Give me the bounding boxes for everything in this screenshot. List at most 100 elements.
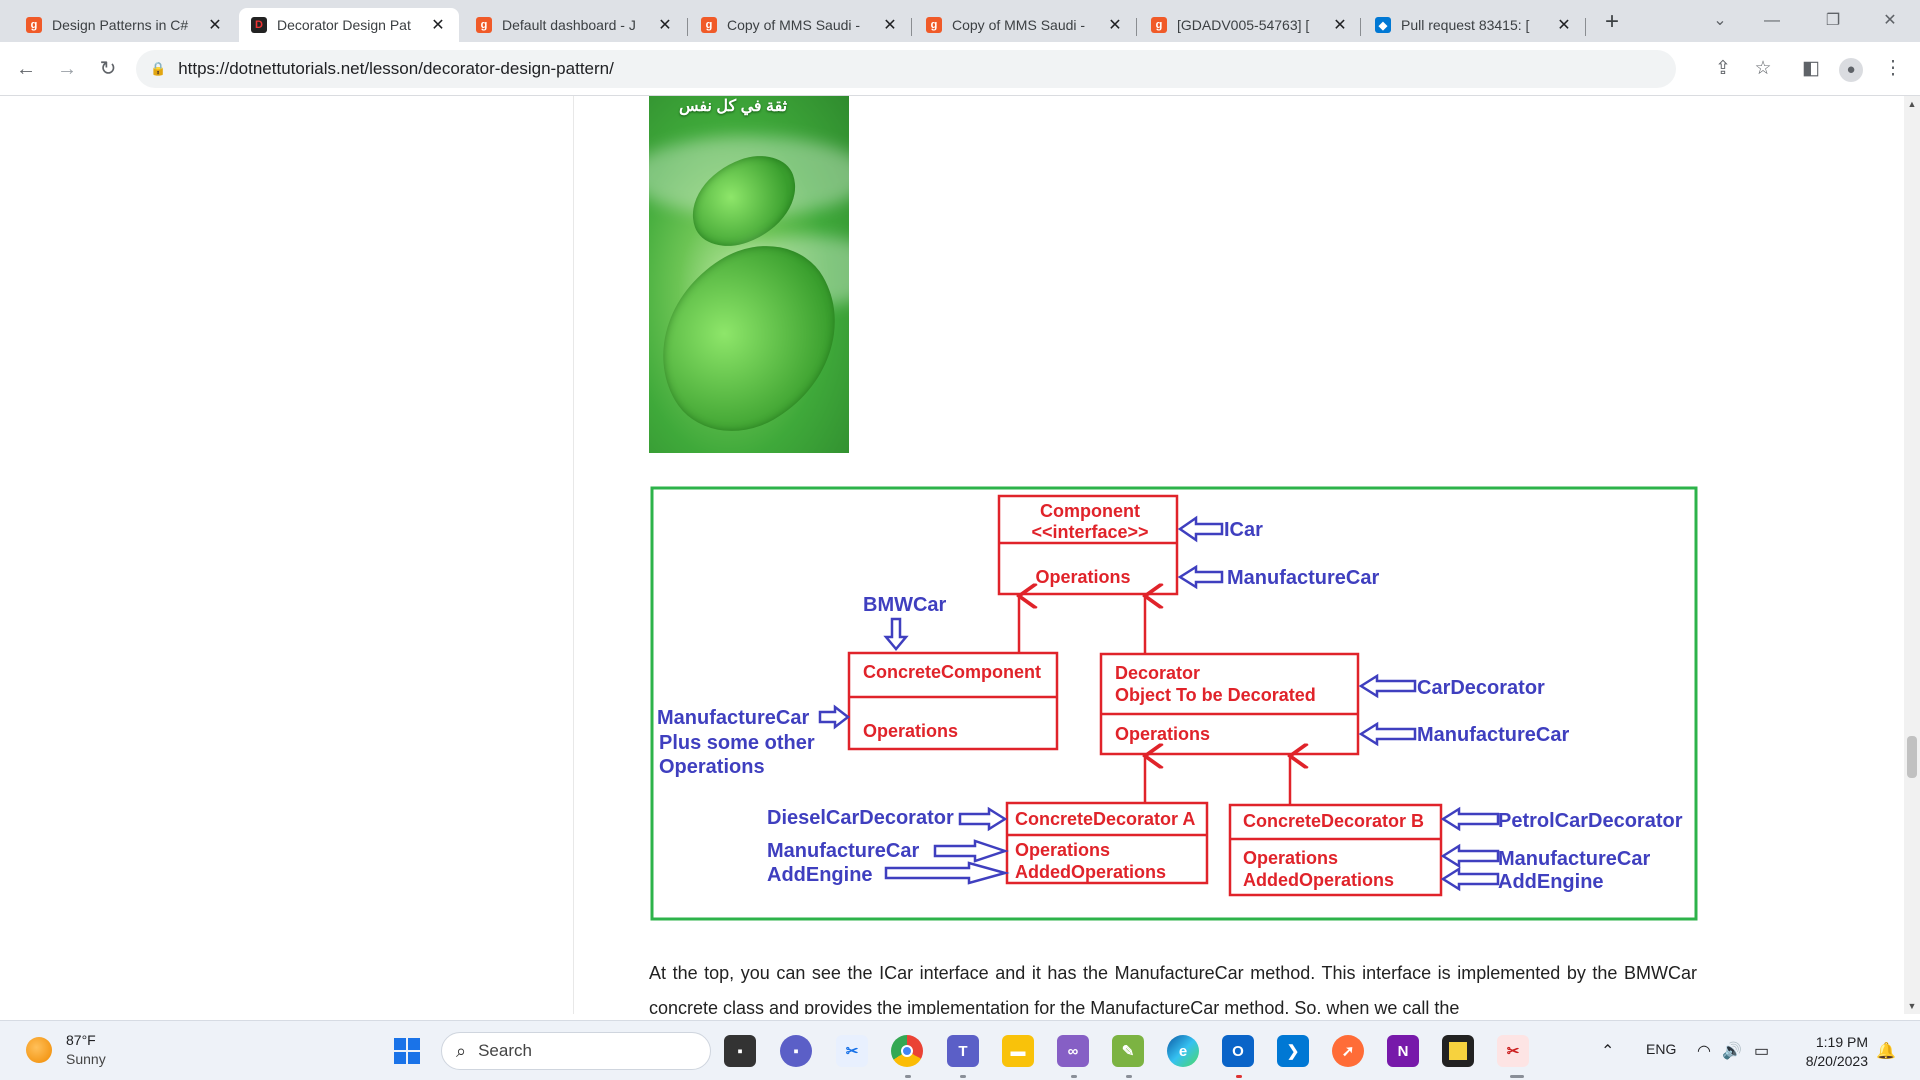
label-icar: ICar (1224, 519, 1263, 541)
concrete-component-operations: Operations (863, 721, 958, 741)
folder-icon[interactable]: ▬ (1002, 1035, 1034, 1067)
decorator-uml-diagram: Component <<interface>> Operations Concr… (650, 486, 1698, 921)
edge-icon[interactable]: e (1167, 1035, 1199, 1067)
advertisement-image[interactable]: ثقة في كل نفس (649, 96, 849, 453)
label-manufacturecar-right: ManufactureCar (1417, 724, 1569, 746)
column-divider (573, 96, 574, 1014)
tab-gdadv005[interactable]: g [GDADV005-54763] [ ✕ (1139, 8, 1361, 42)
language-indicator[interactable]: ENG (1646, 1041, 1676, 1057)
running-indicator (1126, 1075, 1132, 1078)
tab-design-patterns[interactable]: g Design Patterns in C# ✕ (14, 8, 236, 42)
close-icon[interactable]: ✕ (881, 15, 899, 35)
window-close-button[interactable]: ✕ (1870, 6, 1910, 36)
running-indicator (960, 1075, 966, 1078)
new-tab-button[interactable]: + (1598, 8, 1626, 36)
snipping-icon[interactable]: ✂ (836, 1035, 868, 1067)
running-indicator (905, 1075, 911, 1078)
bookmark-star-icon[interactable]: ☆ (1750, 56, 1776, 82)
label-plus-some-other: Plus some other (659, 732, 815, 754)
notifications-icon[interactable]: 🔔 (1876, 1041, 1896, 1061)
tab-default-dashboard[interactable]: g Default dashboard - J ✕ (464, 8, 686, 42)
chrome-icon[interactable] (891, 1035, 923, 1067)
tab-search-chevron-icon[interactable]: ⌄ (1700, 6, 1740, 36)
reload-icon[interactable]: ↻ (94, 55, 122, 83)
close-icon[interactable]: ✕ (656, 15, 674, 35)
dotnettutorials-icon: g (476, 17, 492, 33)
concrete-decorator-a-box: ConcreteDecorator A Operations AddedOper… (1005, 801, 1209, 885)
clock-time: 1:19 PM (1815, 1034, 1868, 1050)
sun-icon (26, 1037, 52, 1063)
close-icon[interactable]: ✕ (1331, 15, 1349, 35)
close-icon[interactable]: ✕ (1555, 15, 1573, 35)
concrete-decorator-b-operations: Operations (1243, 848, 1338, 868)
azure-devops-icon: ◆ (1375, 17, 1391, 33)
profile-avatar-icon[interactable]: ● (1838, 56, 1864, 82)
concrete-component-box: ConcreteComponent Operations (847, 651, 1059, 751)
scroll-up-arrow-icon[interactable]: ▲ (1904, 96, 1920, 112)
tab-title: Copy of MMS Saudi - (952, 17, 1086, 33)
lock-icon[interactable]: 🔒 (150, 61, 166, 77)
scroll-down-arrow-icon[interactable]: ▼ (1904, 998, 1920, 1014)
label-petrolcardecorator: PetrolCarDecorator (1498, 810, 1683, 832)
back-arrow-icon[interactable]: ← (12, 55, 40, 83)
concrete-decorator-a-title: ConcreteDecorator A (1015, 809, 1195, 829)
weather-condition: Sunny (66, 1051, 106, 1067)
volume-icon[interactable]: 🔊 (1722, 1041, 1742, 1061)
tray-chevron-up-icon[interactable]: ⌃ (1601, 1041, 1614, 1061)
windows-start-icon[interactable] (391, 1035, 423, 1067)
url-text[interactable]: https://dotnettutorials.net/lesson/decor… (178, 59, 614, 79)
address-bar[interactable]: 🔒 https://dotnettutorials.net/lesson/dec… (136, 50, 1676, 88)
task-view-icon[interactable]: ▪ (724, 1035, 756, 1067)
page-scrollbar[interactable]: ▲ ▼ (1904, 96, 1920, 1014)
tab-separator (1360, 18, 1361, 36)
windows-taskbar: 87°F Sunny ⌕ Search ▪ ▪ ✂ T ▬ ∞ ✎ e O ❯ … (0, 1020, 1920, 1080)
forward-arrow-icon[interactable]: → (53, 55, 81, 83)
tab-decorator-design-pattern[interactable]: D Decorator Design Pat ✕ (239, 8, 459, 42)
system-clock[interactable]: 1:19 PM 8/20/2023 (1790, 1033, 1868, 1071)
ad-slogan: ثقة في كل نفس (679, 98, 788, 115)
label-cardecorator: CarDecorator (1417, 677, 1545, 699)
tab-strip: g Design Patterns in C# ✕ D Decorator De… (0, 0, 1920, 42)
sticky-notes-icon[interactable] (1442, 1035, 1474, 1067)
side-panel-icon[interactable]: ◧ (1798, 56, 1824, 82)
component-stereotype: <<interface>> (1031, 522, 1148, 542)
teams-icon[interactable]: T (947, 1035, 979, 1067)
teams-chat-icon[interactable]: ▪ (780, 1035, 812, 1067)
label-bmwcar: BMWCar (863, 594, 947, 616)
close-icon[interactable]: ✕ (1106, 15, 1124, 35)
weather-widget[interactable]: 87°F Sunny (26, 1031, 106, 1069)
postman-icon[interactable]: ➚ (1332, 1035, 1364, 1067)
snipping-tool-icon[interactable]: ✂ (1497, 1035, 1529, 1067)
tab-pull-request[interactable]: ◆ Pull request 83415: [ ✕ (1363, 8, 1585, 42)
wifi-icon[interactable]: ◠ (1697, 1041, 1711, 1061)
tab-separator (1585, 18, 1586, 36)
share-icon[interactable]: ⇪ (1710, 56, 1736, 82)
close-icon[interactable]: ✕ (429, 15, 447, 35)
tab-copy-mms-saudi-2[interactable]: g Copy of MMS Saudi - ✕ (914, 8, 1136, 42)
decorator-title: Decorator (1115, 663, 1200, 683)
minimize-button[interactable]: — (1752, 6, 1792, 36)
dotnettutorials-icon: g (1151, 17, 1167, 33)
tab-separator (1136, 18, 1137, 36)
battery-icon[interactable]: ▭ (1754, 1041, 1769, 1061)
concrete-decorator-b-title: ConcreteDecorator B (1243, 811, 1424, 831)
component-box: Component <<interface>> Operations (997, 494, 1179, 596)
tab-copy-mms-saudi-1[interactable]: g Copy of MMS Saudi - ✕ (689, 8, 911, 42)
weather-temperature: 87°F (66, 1032, 96, 1048)
onenote-icon[interactable]: N (1387, 1035, 1419, 1067)
visual-studio-icon[interactable]: ∞ (1057, 1035, 1089, 1067)
restore-button[interactable]: ❐ (1813, 6, 1853, 36)
outlook-icon[interactable]: O (1222, 1035, 1254, 1067)
menu-kebab-icon[interactable]: ⋮ (1880, 56, 1906, 82)
running-indicator (1510, 1075, 1524, 1078)
article-paragraph: At the top, you can see the ICar interfa… (649, 963, 1697, 1014)
tab-title: Default dashboard - J (502, 17, 636, 33)
notepad-plus-icon[interactable]: ✎ (1112, 1035, 1144, 1067)
dotnettutorials-dark-icon: D (251, 17, 267, 33)
vscode-icon[interactable]: ❯ (1277, 1035, 1309, 1067)
tab-title: Pull request 83415: [ (1401, 17, 1530, 33)
concrete-decorator-b-added-operations: AddedOperations (1243, 870, 1394, 890)
scrollbar-thumb[interactable] (1907, 736, 1917, 778)
taskbar-search[interactable]: ⌕ Search (441, 1032, 711, 1070)
close-icon[interactable]: ✕ (206, 15, 224, 35)
